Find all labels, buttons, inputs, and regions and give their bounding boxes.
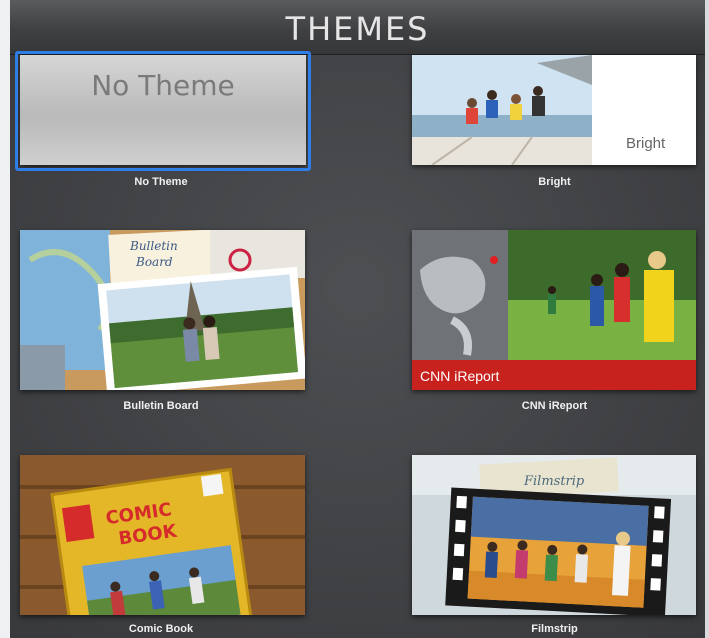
bulletin-board-thumbnail[interactable]: Bulletin Board: [20, 230, 305, 390]
window-edge-left: [0, 0, 10, 638]
filmstrip-photo: Filmstrip: [412, 455, 696, 615]
bulletin-board-photo: Bulletin Board: [20, 230, 305, 390]
filmstrip-thumb-text: Filmstrip: [523, 474, 585, 489]
theme-tile-cnn-ireport[interactable]: CNN iReport CNN iReport: [410, 230, 705, 420]
bright-thumb-text: Bright: [626, 135, 666, 152]
theme-tile-no-theme[interactable]: No Theme No Theme: [10, 51, 320, 195]
bright-photo: Bright: [412, 55, 696, 165]
comic-book-photo: COMIC BOOK: [20, 455, 305, 615]
window-edge-right: [705, 0, 709, 638]
header-title: THEMES: [285, 10, 430, 48]
bright-thumbnail[interactable]: Bright: [412, 55, 696, 165]
themes-header: THEMES: [10, 0, 705, 55]
theme-label-bright: Bright: [538, 176, 571, 188]
theme-tile-bright[interactable]: Bright Bright: [410, 55, 705, 195]
bulletin-thumb-text-1: Bulletin: [129, 239, 178, 253]
theme-label-no-theme: No Theme: [134, 176, 188, 188]
cnn-ireport-photo: CNN iReport: [412, 230, 696, 390]
cnn-thumb-text: CNN iReport: [420, 368, 499, 384]
theme-tile-filmstrip[interactable]: Filmstrip Filmstrip: [410, 455, 705, 638]
theme-tile-comic-book[interactable]: COMIC BOOK Comic Book: [10, 455, 320, 638]
bulletin-thumb-text-2: Board: [135, 255, 173, 269]
theme-tile-bulletin-board[interactable]: Bulletin Board Bulletin Board: [10, 230, 320, 420]
no-theme-thumb-text: No Theme: [91, 69, 235, 102]
theme-label-bulletin-board: Bulletin Board: [123, 400, 199, 412]
filmstrip-thumbnail[interactable]: Filmstrip: [412, 455, 696, 615]
themes-grid: No Theme No Theme Bright Bright Bulletin…: [10, 51, 705, 638]
cnn-ireport-thumbnail[interactable]: CNN iReport: [412, 230, 696, 390]
comic-book-thumbnail[interactable]: COMIC BOOK: [20, 455, 305, 615]
theme-label-comic-book: Comic Book: [128, 623, 194, 635]
theme-label-cnn-ireport: CNN iReport: [521, 400, 588, 412]
theme-label-filmstrip: Filmstrip: [531, 623, 578, 635]
no-theme-thumbnail[interactable]: No Theme: [20, 55, 306, 165]
